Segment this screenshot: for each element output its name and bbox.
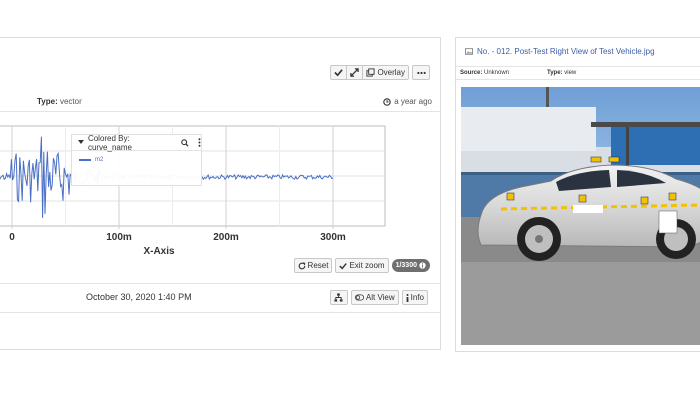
x-tick-label: 300m (320, 232, 346, 243)
info-button[interactable]: Info (401, 290, 428, 305)
check-icon (339, 262, 348, 269)
search-icon[interactable] (181, 138, 189, 147)
alt-view-label: Alt View (365, 293, 395, 302)
overlay-button[interactable]: Overlay (362, 65, 409, 80)
divider (0, 312, 440, 313)
reset-button[interactable]: Reset (293, 258, 333, 273)
ellipsis-icon (416, 71, 426, 74)
select-button[interactable] (330, 65, 348, 80)
legend-swatch (79, 159, 91, 161)
x-axis-label: X-Axis (143, 246, 175, 257)
crash-test-vehicle-image (461, 87, 700, 345)
image-type-value: view (564, 70, 577, 76)
clock-icon (383, 97, 391, 106)
legend: Colored By: curve_name m2 (71, 134, 202, 186)
row-actions: Alt View Info (329, 290, 428, 305)
type-label: Type: (37, 97, 58, 106)
type-field: Type: vector (37, 97, 82, 106)
zoom-controls: Reset Exit zoom 1/3300 (293, 258, 430, 273)
kebab-menu-icon[interactable] (198, 138, 201, 147)
image-title: No. - 012. Post-Test Right View of Test … (477, 47, 655, 56)
legend-item-m2[interactable]: m2 (72, 151, 201, 163)
expand-button[interactable] (346, 65, 364, 80)
hierarchy-button[interactable] (329, 290, 348, 305)
meta-row: Type: vector a year ago (0, 94, 440, 112)
source-label: Source: (460, 70, 483, 76)
legend-title: Colored By: curve_name (87, 133, 132, 152)
zoom-counter-badge: 1/3300 (391, 259, 430, 272)
copy-icon (366, 68, 375, 77)
sitemap-icon (334, 293, 343, 302)
age-field: a year ago (383, 97, 432, 106)
expand-icon (350, 68, 360, 77)
toggle-icon (354, 294, 364, 301)
x-tick-label: 200m (213, 232, 239, 243)
alt-view-button[interactable]: Alt View (350, 290, 399, 305)
image-meta-row: Source: Unknown Type: view (456, 66, 700, 80)
info-label: Info (410, 293, 424, 302)
refresh-icon (298, 261, 305, 269)
caret-down-icon[interactable] (78, 140, 84, 145)
x-tick-labels: 0 100m 200m 300m (9, 232, 346, 243)
check-icon (334, 69, 344, 77)
source-value: Unknown (484, 70, 510, 76)
image-icon (465, 48, 473, 55)
image-type-field: Type: view (547, 70, 576, 76)
age-text: a year ago (394, 97, 432, 106)
x-tick-label: 0 (9, 232, 15, 243)
legend-item-label: m2 (95, 157, 104, 163)
image-card: No. - 012. Post-Test Right View of Test … (455, 37, 700, 352)
image-title-link[interactable]: No. - 012. Post-Test Right View of Test … (465, 47, 655, 56)
x-tick-label: 100m (106, 232, 132, 243)
zoom-counter: 1/3300 (395, 262, 417, 269)
vector-card: Overlay Type: vector a year ago 0 100m 200… (0, 37, 441, 350)
vehicle-photo[interactable] (461, 87, 700, 345)
card-toolbar: Overlay (330, 65, 430, 80)
source-field: Source: Unknown (460, 70, 509, 76)
legend-header: Colored By: curve_name (72, 133, 201, 152)
reset-label: Reset (307, 261, 329, 270)
info-circle-icon (419, 262, 426, 269)
image-type-label: Type: (547, 70, 563, 76)
exit-zoom-button[interactable]: Exit zoom (335, 258, 389, 273)
divider (0, 283, 440, 284)
line-chart[interactable]: 0 100m 200m 300m X-Axis (0, 114, 442, 259)
overlay-label: Overlay (377, 68, 405, 77)
type-value: vector (59, 97, 82, 106)
timestamp: October 30, 2020 1:40 PM (86, 292, 192, 302)
exit-zoom-label: Exit zoom (349, 261, 385, 270)
info-icon (406, 293, 409, 302)
more-button[interactable] (412, 65, 430, 80)
toolbar-button-group: Overlay (330, 65, 409, 80)
